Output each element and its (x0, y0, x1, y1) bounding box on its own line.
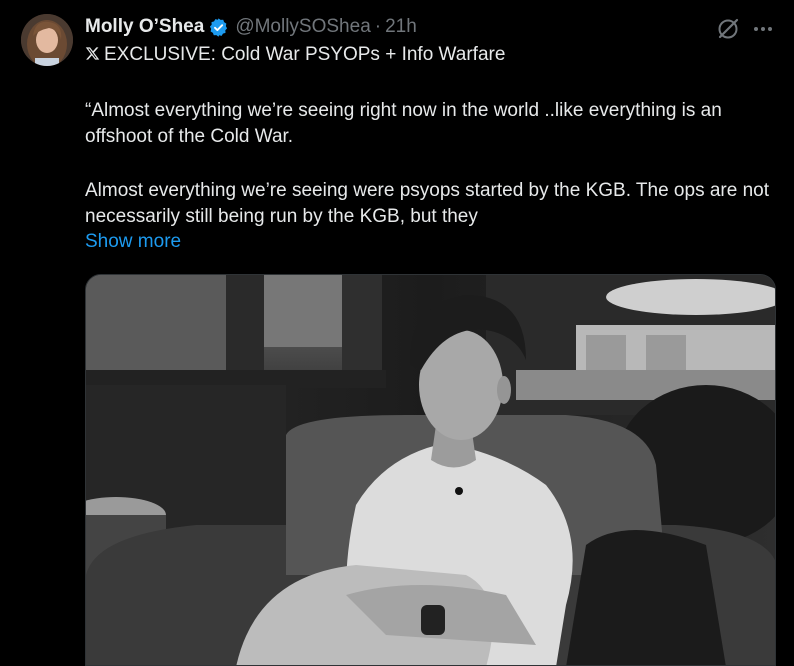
author-avatar[interactable] (21, 14, 73, 66)
author-name[interactable]: Molly O’Shea (85, 16, 204, 38)
tweet-text-paragraph-1: “Almost everything we’re seeing right no… (85, 100, 722, 147)
x-logo-icon (85, 45, 100, 65)
show-more-link[interactable]: Show more (85, 231, 181, 253)
separator-dot: · (374, 16, 382, 37)
more-options-icon[interactable] (750, 16, 776, 42)
verified-badge-icon[interactable] (208, 17, 229, 38)
timestamp[interactable]: 21h (385, 16, 417, 38)
tweet-subline: EXCLUSIVE: Cold War PSYOPs + Info Warfar… (85, 44, 505, 66)
tweet-media-video[interactable] (85, 274, 776, 666)
grok-icon[interactable] (715, 16, 741, 42)
tweet-header: Molly O’Shea @MollySOShea · 21h (85, 14, 417, 40)
author-handle[interactable]: @MollySOShea (235, 16, 370, 38)
subline-text: EXCLUSIVE: Cold War PSYOPs + Info Warfar… (104, 44, 506, 65)
tweet-text-paragraph-2: Almost everything we’re seeing were psyo… (85, 180, 769, 227)
